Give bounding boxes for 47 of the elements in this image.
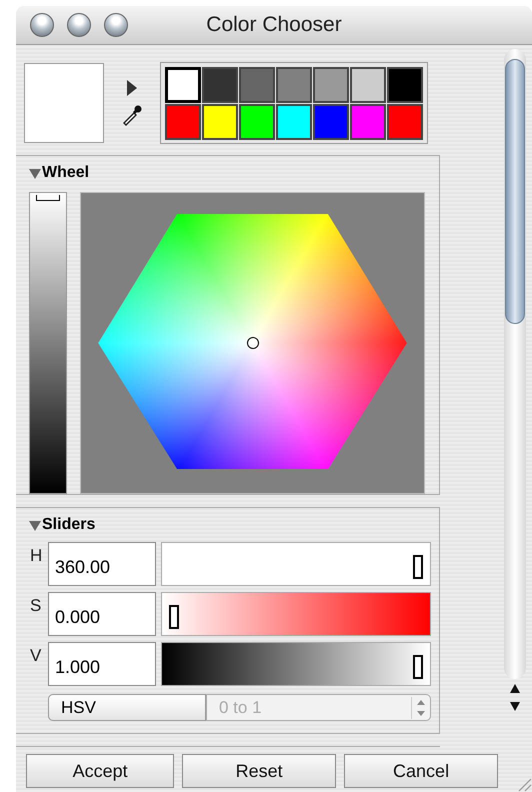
mode-dropdown[interactable]: HSV xyxy=(48,694,206,721)
color-swatch[interactable] xyxy=(313,66,349,102)
slider-label: H xyxy=(30,545,44,566)
color-swatch[interactable] xyxy=(202,104,238,140)
color-swatch[interactable] xyxy=(276,104,312,140)
color-swatch[interactable] xyxy=(165,66,201,102)
selection-marker[interactable] xyxy=(247,337,259,349)
dialog-button[interactable]: Cancel xyxy=(344,754,498,788)
slider-track[interactable] xyxy=(161,642,431,686)
slider-thumb[interactable] xyxy=(169,605,179,629)
color-swatch[interactable] xyxy=(276,66,312,102)
scrollbar-thumb[interactable] xyxy=(505,59,525,324)
slider-label: S xyxy=(30,595,42,616)
slider-thumb[interactable] xyxy=(36,195,60,201)
color-swatch[interactable] xyxy=(239,104,275,140)
color-swatch[interactable] xyxy=(165,104,201,140)
slider-thumb[interactable] xyxy=(413,555,423,579)
window-control-button[interactable] xyxy=(30,13,54,37)
window-control-button[interactable] xyxy=(104,13,128,37)
dialog-button[interactable]: Reset xyxy=(182,754,336,788)
slider-thumb[interactable] xyxy=(413,655,423,679)
section-title: Wheel xyxy=(42,164,90,182)
dialog-button[interactable]: Accept xyxy=(26,754,174,788)
color-swatch[interactable] xyxy=(202,66,238,102)
window-title: Color Chooser xyxy=(206,13,342,36)
slider-label: V xyxy=(30,645,42,666)
color-swatch[interactable] xyxy=(239,66,275,102)
color-swatch[interactable] xyxy=(350,66,386,102)
slider-track[interactable] xyxy=(161,542,431,586)
eyedropper-icon[interactable] xyxy=(121,104,143,126)
play-arrow-icon[interactable] xyxy=(127,80,137,96)
window-control-button[interactable] xyxy=(67,13,91,37)
scrollbar-track[interactable] xyxy=(504,49,526,679)
value-field[interactable]: 360.00 xyxy=(48,542,156,586)
color-swatch[interactable] xyxy=(313,104,349,140)
brightness-slider[interactable] xyxy=(29,192,67,494)
color-swatch[interactable] xyxy=(387,66,423,102)
color-swatch[interactable] xyxy=(387,104,423,140)
value-field[interactable]: 1.000 xyxy=(48,642,156,686)
slider-track[interactable] xyxy=(161,592,431,636)
disclosure-triangle-icon[interactable] xyxy=(28,166,42,180)
section-title: Sliders xyxy=(42,516,96,534)
disclosure-triangle-icon[interactable] xyxy=(28,518,42,532)
color-swatch[interactable] xyxy=(350,104,386,140)
scroll-down-icon[interactable] xyxy=(507,699,523,713)
value-field[interactable]: 0.000 xyxy=(48,592,156,636)
scroll-up-icon[interactable] xyxy=(507,682,523,696)
